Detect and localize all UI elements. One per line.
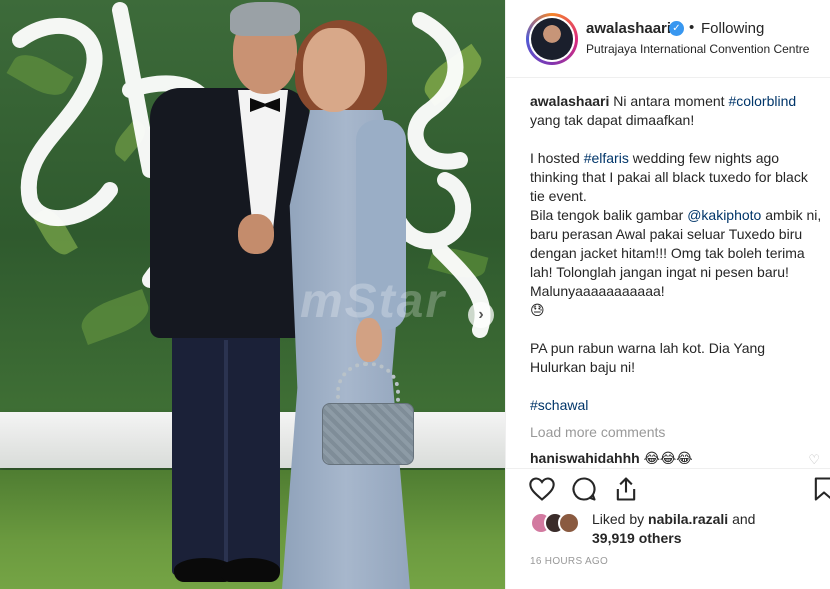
man-shoe (220, 558, 280, 582)
comment-row: haniswahidahhh 😂😂😂 ♡ (530, 450, 826, 468)
post-header: awalashaari ✓ • Following Putrajaya Inte… (506, 0, 830, 78)
avatar[interactable] (531, 18, 573, 60)
caption-emoji: 😓 (530, 302, 545, 318)
story-ring[interactable] (526, 13, 578, 65)
man-hand (238, 214, 274, 254)
hashtag-schawal[interactable]: #schawal (530, 397, 588, 413)
post-timestamp[interactable]: 16 HOURS AGO (530, 556, 608, 567)
comment-heart-icon[interactable]: ♡ (808, 452, 820, 468)
post-sidebar: awalashaari ✓ • Following Putrajaya Inte… (505, 0, 830, 589)
bookmark-icon[interactable] (810, 475, 830, 503)
likes-count[interactable]: 39,919 others (592, 530, 682, 546)
likes-text: Liked by nabila.razali and 39,919 others (592, 510, 792, 548)
next-photo-button[interactable]: › (468, 302, 494, 328)
caption: awalashaari Ni antara moment #colorblind… (530, 92, 822, 415)
hashtag-colorblind[interactable]: #colorblind (728, 93, 796, 109)
comment-icon[interactable] (570, 475, 598, 503)
heart-icon[interactable] (528, 475, 556, 503)
handbag (322, 403, 414, 465)
caption-text: PA pun rabun warna lah kot. Dia Yang Hul… (530, 340, 766, 375)
caption-text: Bila tengok balik gambar (530, 207, 688, 223)
hashtag-elfaris[interactable]: #elfaris (584, 150, 629, 166)
action-bar (506, 468, 830, 508)
verified-badge-icon: ✓ (669, 21, 684, 36)
likes-summary: Liked by nabila.razali and 39,919 others (530, 510, 830, 550)
load-more-comments-button[interactable]: Load more comments (530, 424, 665, 440)
likes-middle: and (728, 511, 756, 527)
location-link[interactable]: Putrajaya International Convention Centr… (586, 42, 809, 56)
caption-text: I hosted (530, 150, 584, 166)
post-photo[interactable]: mStar › (0, 0, 505, 589)
share-icon[interactable] (612, 475, 640, 503)
man-hair (230, 2, 300, 36)
following-button[interactable]: Following (701, 20, 764, 37)
caption-author[interactable]: awalashaari (530, 93, 609, 109)
likes-prefix: Liked by (592, 511, 649, 527)
woman-face (303, 28, 365, 112)
caption-text: yang tak dapat dimaafkan! (530, 112, 695, 128)
watermark: mStar (300, 275, 447, 328)
liker-avatar[interactable] (558, 512, 580, 534)
chevron-right-icon: › (478, 306, 484, 323)
separator-dot: • (689, 19, 695, 36)
liker-username[interactable]: nabila.razali (648, 511, 728, 527)
mention-kakiphoto[interactable]: @kakiphoto (687, 207, 761, 223)
comment-author[interactable]: haniswahidahhh (530, 450, 640, 466)
caption-text: Ni antara moment (609, 93, 729, 109)
man-trousers (172, 320, 280, 575)
comment-text: 😂😂😂 (639, 450, 693, 466)
man-tuxedo-jacket (150, 88, 310, 338)
username-link[interactable]: awalashaari (586, 20, 671, 37)
